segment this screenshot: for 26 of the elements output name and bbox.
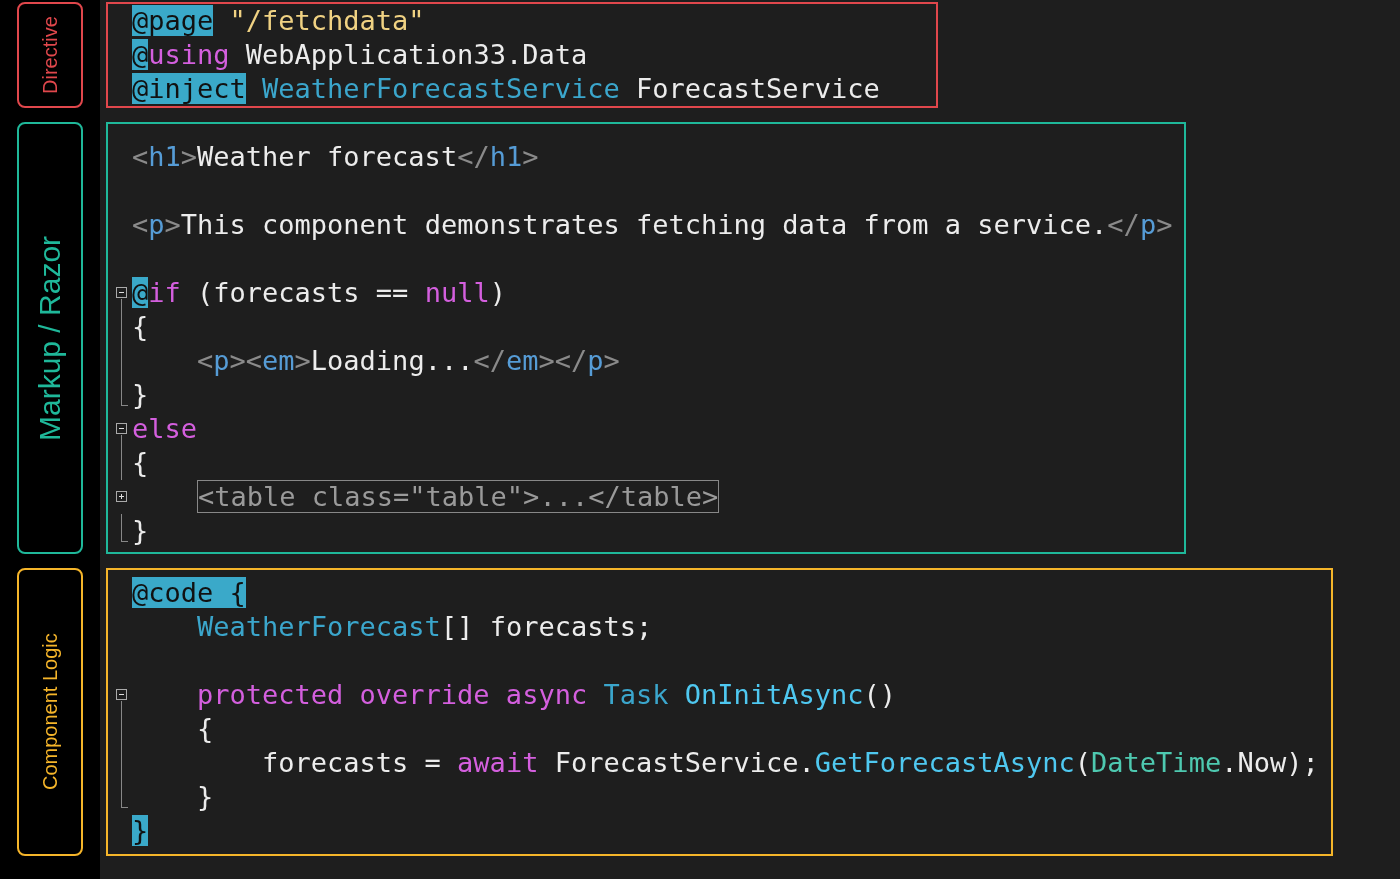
collapse-icon[interactable] [116,287,127,298]
code-line: { [196,712,214,746]
code-line: forecasts = await ForecastService.GetForecastAsync(DateTime.Now); [261,746,1319,780]
code-line: <p><em>Loading...</em></p> [196,344,620,378]
code-line: @using WebApplication33.Data [132,38,588,72]
code-line: @inject WeatherForecastService ForecastService [132,72,880,106]
collapse-icon[interactable] [116,689,127,700]
code-line: else [132,412,198,446]
section-label: Markup / Razor [17,122,83,554]
code-line: <h1>Weather forecast</h1> [132,140,539,174]
fold-guide-line [121,514,128,542]
code-line: @page "/fetchdata" [132,4,425,38]
code-line: } [196,780,214,814]
collapse-icon[interactable] [116,423,127,434]
code-line: { [132,446,149,480]
code-line: protected override async Task OnInitAsync() [196,678,896,712]
section-label: Directive [17,2,83,108]
code-line: { [132,310,149,344]
expand-icon[interactable] [116,491,127,502]
section-label: Component Logic [17,568,83,856]
code-line: } [132,378,149,412]
code-line: WeatherForecast[] forecasts; [196,610,653,644]
code-line: <p>This component demonstrates fetching data from a service.</p> [132,208,1173,242]
code-line: } [132,514,149,548]
code-line: @if (forecasts == null) [132,276,506,310]
code-line: @code { [132,576,246,610]
